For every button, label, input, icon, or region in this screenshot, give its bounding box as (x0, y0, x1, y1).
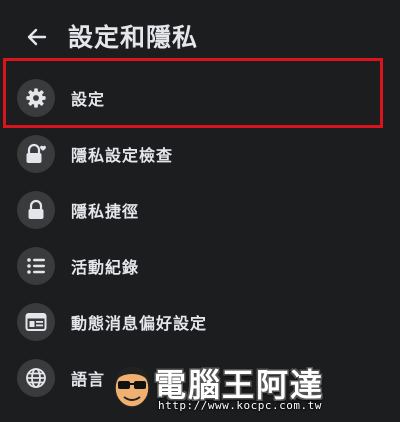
mascot-face-icon (114, 366, 150, 408)
menu-item-label: 設定 (71, 90, 106, 109)
menu-item-label: 隱私設定檢查 (71, 146, 174, 165)
page-title: 設定和隱私 (68, 23, 199, 52)
list-icon (17, 247, 55, 285)
news-feed-icon (17, 303, 55, 341)
lock-icon (17, 191, 55, 229)
gear-icon (17, 79, 55, 117)
settings-privacy-page: 設定和隱私 設定 隱私設定檢查 隱私捷徑 活動紀錄 動態消息偏好設定 語言 電腦… (0, 0, 400, 422)
arrow-left-icon (27, 28, 47, 46)
menu-item-privacy-shortcuts[interactable]: 隱私捷徑 (0, 182, 400, 238)
menu-item-label: 隱私捷徑 (71, 202, 140, 221)
back-button[interactable] (22, 22, 52, 52)
menu-item-news-feed-preferences[interactable]: 動態消息偏好設定 (0, 294, 400, 350)
globe-icon (17, 359, 55, 397)
menu-item-label: 語言 (71, 370, 106, 389)
menu-item-label: 活動紀錄 (71, 258, 140, 277)
menu-item-label: 動態消息偏好設定 (71, 314, 208, 333)
menu-item-activity-log[interactable]: 活動紀錄 (0, 238, 400, 294)
watermark-url: http://www.kocpc.com.tw (158, 399, 322, 412)
menu-item-settings[interactable]: 設定 (0, 70, 400, 126)
settings-menu: 設定 隱私設定檢查 隱私捷徑 活動紀錄 動態消息偏好設定 語言 (0, 70, 400, 406)
watermark: 電腦王阿達 http://www.kocpc.com.tw (108, 358, 398, 418)
menu-item-privacy-checkup[interactable]: 隱私設定檢查 (0, 126, 400, 182)
lock-heart-icon (17, 135, 55, 173)
header: 設定和隱私 (0, 0, 400, 70)
